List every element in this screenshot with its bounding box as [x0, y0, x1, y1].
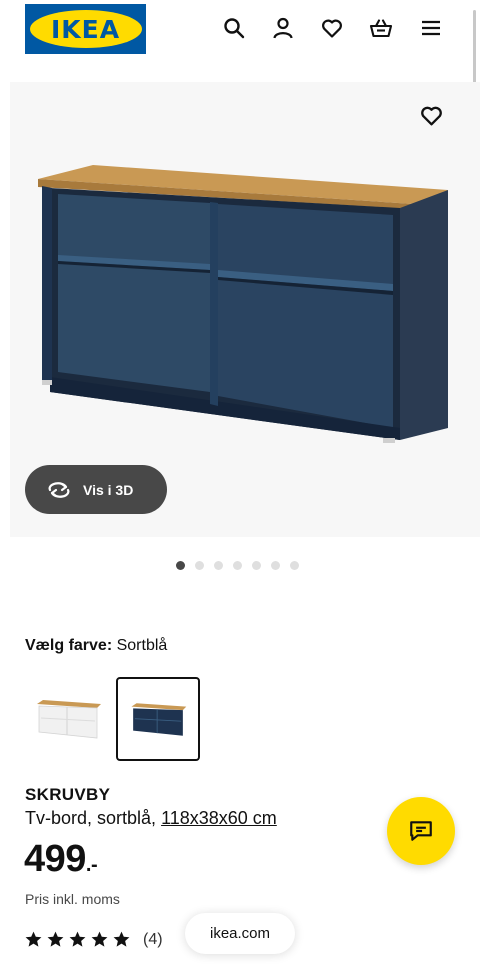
ikea-logo[interactable]: IKEA	[25, 4, 146, 54]
heart-icon[interactable]	[318, 14, 346, 42]
chat-icon	[410, 821, 432, 841]
price-note: Pris inkl. moms	[25, 891, 120, 907]
header: IKEA	[0, 0, 480, 60]
star-icon	[47, 931, 64, 947]
color-selected-value: Sortblå	[116, 637, 168, 654]
color-label-title: Vælg farve:	[25, 637, 113, 654]
review-count: (4)	[143, 930, 163, 948]
color-swatch-sortblaa-selected[interactable]	[116, 677, 200, 761]
basket-icon[interactable]	[367, 14, 395, 42]
logo-text: IKEA	[50, 14, 121, 44]
favourite-heart-icon[interactable]	[416, 100, 446, 130]
color-selector-label: Vælg farve: Sortblå	[25, 637, 167, 655]
price-value: 499	[24, 838, 86, 880]
rotate-3d-icon	[48, 481, 70, 498]
rating-stars[interactable]: (4)	[24, 930, 163, 949]
browser-url: ikea.com	[209, 925, 271, 942]
view-in-3d-label: Vis i 3D	[83, 481, 134, 498]
star-icon	[91, 931, 108, 947]
browser-url-pill[interactable]: ikea.com	[185, 913, 295, 954]
blue-tv-bench-thumbnail	[131, 702, 187, 736]
gallery-pagination-dots	[176, 561, 299, 570]
star-icon	[113, 931, 130, 947]
color-swatch-white[interactable]	[26, 677, 110, 761]
product-name: SKRUVBY	[25, 785, 111, 804]
chat-button[interactable]	[387, 797, 455, 865]
product-image	[38, 165, 448, 443]
product-description: Tv-bord, sortblå, 118x38x60 cm	[25, 808, 277, 829]
gallery-dot[interactable]	[252, 561, 261, 570]
logo-oval: IKEA	[29, 10, 142, 48]
product-price: 499 .-	[24, 838, 98, 881]
price-suffix: .-	[85, 854, 98, 876]
product-description-text: Tv-bord, sortblå,	[25, 808, 157, 828]
gallery-dot[interactable]	[233, 561, 242, 570]
gallery-dot-active[interactable]	[176, 561, 185, 570]
search-icon[interactable]	[220, 14, 248, 42]
gallery-dot[interactable]	[271, 561, 280, 570]
menu-icon[interactable]	[417, 14, 445, 42]
gallery-dot[interactable]	[290, 561, 299, 570]
view-in-3d-button[interactable]: Vis i 3D	[25, 465, 167, 514]
gallery-dot[interactable]	[195, 561, 204, 570]
gallery-dot[interactable]	[214, 561, 223, 570]
user-icon[interactable]	[269, 14, 297, 42]
white-tv-bench-thumbnail	[37, 700, 101, 739]
star-icon	[69, 931, 86, 947]
product-dimensions-link[interactable]: 118x38x60 cm	[161, 808, 277, 828]
star-icon	[25, 931, 42, 947]
